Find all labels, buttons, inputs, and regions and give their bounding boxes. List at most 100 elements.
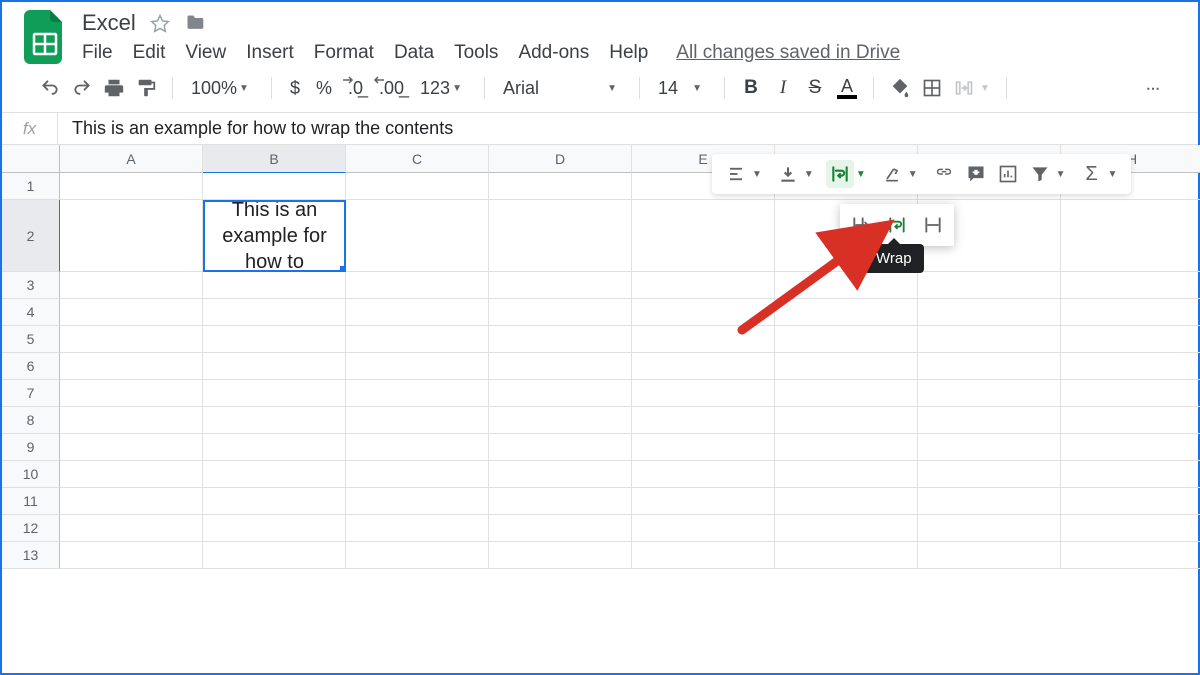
- cell-E4[interactable]: [632, 299, 775, 326]
- bold-button[interactable]: B: [737, 74, 765, 102]
- italic-button[interactable]: I: [769, 74, 797, 102]
- cell-D1[interactable]: [489, 173, 632, 200]
- cell-H4[interactable]: [1061, 299, 1200, 326]
- cell-C13[interactable]: [346, 542, 489, 569]
- row-header-3[interactable]: 3: [2, 272, 60, 299]
- cell-G12[interactable]: [918, 515, 1061, 542]
- row-header-12[interactable]: 12: [2, 515, 60, 542]
- redo-button[interactable]: [68, 74, 96, 102]
- cell-G8[interactable]: [918, 407, 1061, 434]
- horizontal-align-button[interactable]: [722, 160, 750, 188]
- cell-H5[interactable]: [1061, 326, 1200, 353]
- cell-H8[interactable]: [1061, 407, 1200, 434]
- cell-B10[interactable]: [203, 461, 346, 488]
- menu-edit[interactable]: Edit: [133, 42, 166, 64]
- cell-A4[interactable]: [60, 299, 203, 326]
- cell-B11[interactable]: [203, 488, 346, 515]
- cell-E6[interactable]: [632, 353, 775, 380]
- text-wrap-button[interactable]: [826, 160, 854, 188]
- col-header-A[interactable]: A: [60, 145, 203, 173]
- doc-title[interactable]: Excel: [82, 10, 136, 36]
- cell-A1[interactable]: [60, 173, 203, 200]
- row-header-11[interactable]: 11: [2, 488, 60, 515]
- cell-B5[interactable]: [203, 326, 346, 353]
- cell-D9[interactable]: [489, 434, 632, 461]
- cell-A6[interactable]: [60, 353, 203, 380]
- cell-F12[interactable]: [775, 515, 918, 542]
- active-cell[interactable]: This is an example for how to: [203, 200, 346, 272]
- wrap-option-clip[interactable]: [918, 210, 948, 240]
- cell-F11[interactable]: [775, 488, 918, 515]
- menu-data[interactable]: Data: [394, 42, 434, 64]
- row-header-2[interactable]: 2: [2, 200, 60, 272]
- wrap-option-overflow[interactable]: [846, 210, 876, 240]
- menu-tools[interactable]: Tools: [454, 42, 498, 64]
- decrease-decimal-button[interactable]: .0̲: [342, 78, 369, 99]
- menu-addons[interactable]: Add-ons: [518, 42, 589, 64]
- number-format-dropdown[interactable]: 123▼: [414, 78, 472, 99]
- cell-G4[interactable]: [918, 299, 1061, 326]
- wrap-option-wrap[interactable]: [882, 210, 912, 240]
- col-header-B[interactable]: B: [203, 145, 346, 173]
- cell-C7[interactable]: [346, 380, 489, 407]
- vertical-align-button[interactable]: [774, 160, 802, 188]
- cell-B1[interactable]: [203, 173, 346, 200]
- text-rotation-button[interactable]: [878, 160, 906, 188]
- cell-F4[interactable]: [775, 299, 918, 326]
- cell-C8[interactable]: [346, 407, 489, 434]
- cell-C2[interactable]: [346, 200, 489, 272]
- menu-help[interactable]: Help: [609, 42, 648, 64]
- cell-H6[interactable]: [1061, 353, 1200, 380]
- row-header-4[interactable]: 4: [2, 299, 60, 326]
- cell-G11[interactable]: [918, 488, 1061, 515]
- cell-D2[interactable]: [489, 200, 632, 272]
- cell-C10[interactable]: [346, 461, 489, 488]
- cell-D13[interactable]: [489, 542, 632, 569]
- cell-E5[interactable]: [632, 326, 775, 353]
- cell-A11[interactable]: [60, 488, 203, 515]
- cell-C4[interactable]: [346, 299, 489, 326]
- cell-D10[interactable]: [489, 461, 632, 488]
- cell-F8[interactable]: [775, 407, 918, 434]
- cell-H7[interactable]: [1061, 380, 1200, 407]
- row-header-8[interactable]: 8: [2, 407, 60, 434]
- cell-D11[interactable]: [489, 488, 632, 515]
- cell-A13[interactable]: [60, 542, 203, 569]
- cell-D5[interactable]: [489, 326, 632, 353]
- cell-G7[interactable]: [918, 380, 1061, 407]
- cell-G6[interactable]: [918, 353, 1061, 380]
- menu-file[interactable]: File: [82, 42, 113, 64]
- select-all-corner[interactable]: [2, 145, 60, 173]
- cell-A7[interactable]: [60, 380, 203, 407]
- cell-G13[interactable]: [918, 542, 1061, 569]
- merge-cells-button[interactable]: [950, 74, 978, 102]
- row-header-1[interactable]: 1: [2, 173, 60, 200]
- cell-H10[interactable]: [1061, 461, 1200, 488]
- row-header-6[interactable]: 6: [2, 353, 60, 380]
- percent-button[interactable]: %: [310, 78, 338, 99]
- cell-H9[interactable]: [1061, 434, 1200, 461]
- currency-button[interactable]: $: [284, 78, 306, 99]
- cell-E10[interactable]: [632, 461, 775, 488]
- cell-G9[interactable]: [918, 434, 1061, 461]
- cell-D6[interactable]: [489, 353, 632, 380]
- cell-E3[interactable]: [632, 272, 775, 299]
- cell-H2[interactable]: [1061, 200, 1200, 272]
- cell-A9[interactable]: [60, 434, 203, 461]
- cell-B4[interactable]: [203, 299, 346, 326]
- borders-button[interactable]: [918, 74, 946, 102]
- cell-B8[interactable]: [203, 407, 346, 434]
- cell-G3[interactable]: [918, 272, 1061, 299]
- cell-C11[interactable]: [346, 488, 489, 515]
- menu-view[interactable]: View: [185, 42, 226, 64]
- star-icon[interactable]: [150, 13, 170, 33]
- cell-B12[interactable]: [203, 515, 346, 542]
- cell-D3[interactable]: [489, 272, 632, 299]
- formula-input[interactable]: This is an example for how to wrap the c…: [58, 113, 1198, 144]
- cell-F3[interactable]: [775, 272, 918, 299]
- insert-chart-button[interactable]: [994, 160, 1022, 188]
- cell-A12[interactable]: [60, 515, 203, 542]
- cell-F9[interactable]: [775, 434, 918, 461]
- font-dropdown[interactable]: Arial▼: [497, 78, 627, 99]
- font-size-dropdown[interactable]: 14▼: [652, 78, 712, 99]
